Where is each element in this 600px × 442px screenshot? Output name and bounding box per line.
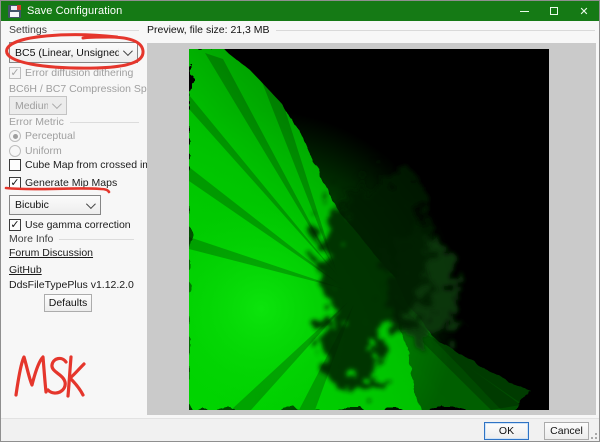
close-button[interactable]: ✕ (569, 1, 599, 21)
compression-speed-value: Medium (15, 100, 48, 112)
radio-circle (9, 130, 21, 142)
minimize-icon (520, 11, 529, 12)
preview-image (189, 49, 549, 410)
cancel-button[interactable]: Cancel (544, 422, 589, 440)
perceptual-radio: Perceptual (9, 130, 75, 142)
checkbox-box: ✓ (9, 219, 21, 231)
preview-label-text: Preview, file size: 21,3 MB (147, 24, 270, 36)
checkbox-box: ✓ (9, 159, 21, 171)
resize-grip[interactable] (588, 430, 597, 439)
error-metric-group-label: Error Metric (9, 116, 139, 128)
chevron-down-icon (123, 46, 133, 56)
radio-circle (9, 145, 21, 157)
cube-map-checkbox[interactable]: ✓ Cube Map from crossed image (9, 159, 169, 171)
save-configuration-dialog: Save Configuration ✕ Settings BC5 (Linea… (0, 0, 600, 442)
close-icon: ✕ (579, 6, 588, 17)
compression-speed-dropdown: Medium (9, 96, 67, 115)
maximize-icon (550, 7, 558, 15)
titlebar: Save Configuration ✕ (1, 1, 599, 21)
floppy-disk-icon (8, 5, 21, 18)
chevron-down-icon (86, 199, 96, 209)
format-dropdown[interactable]: BC5 (Linear, Unsigned) (9, 42, 138, 63)
uniform-radio: Uniform (9, 145, 62, 157)
forum-discussion-link[interactable]: Forum Discussion (9, 247, 93, 259)
github-link[interactable]: GitHub (9, 264, 42, 276)
plugin-version-label: DdsFileTypePlus v1.12.2.0 (9, 279, 134, 291)
format-dropdown-value: BC5 (Linear, Unsigned) (15, 47, 119, 59)
radio-label: Perceptual (25, 130, 75, 142)
chevron-down-icon (52, 99, 62, 109)
annotation-initials (16, 357, 84, 396)
mip-filter-value: Bicubic (15, 199, 82, 211)
ok-button[interactable]: OK (484, 422, 529, 440)
dds-preview-render (189, 49, 549, 410)
maximize-button[interactable] (539, 1, 569, 21)
preview-label: Preview, file size: 21,3 MB (147, 24, 595, 36)
minimize-button[interactable] (509, 1, 539, 21)
window-title: Save Configuration (27, 5, 122, 17)
checkbox-box: ✓ (9, 177, 21, 189)
generate-mip-maps-checkbox[interactable]: ✓ Generate Mip Maps (9, 177, 117, 189)
defaults-button[interactable]: Defaults (44, 294, 92, 312)
radio-label: Uniform (25, 145, 62, 157)
checkbox-label: Generate Mip Maps (25, 177, 117, 189)
settings-group-label: Settings (9, 24, 139, 36)
checkbox-label: Error diffusion dithering (25, 67, 133, 79)
settings-group-text: Settings (9, 24, 47, 36)
compression-speed-label: BC6H / BC7 Compression Speed (9, 83, 141, 95)
mip-filter-dropdown[interactable]: Bicubic (9, 195, 101, 215)
more-info-group-label: More Info (9, 233, 134, 245)
checkbox-box: ✓ (9, 67, 21, 79)
gamma-correction-checkbox[interactable]: ✓ Use gamma correction (9, 219, 131, 231)
checkbox-label: Use gamma correction (25, 219, 131, 231)
preview-panel (147, 43, 596, 415)
error-diffusion-checkbox: ✓ Error diffusion dithering (9, 67, 133, 79)
